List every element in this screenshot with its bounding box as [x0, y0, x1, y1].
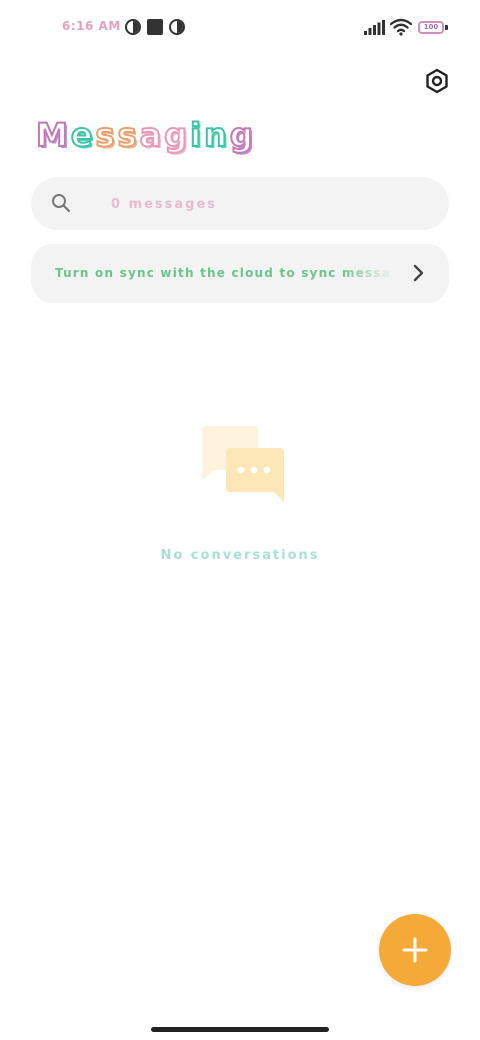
square-icon — [147, 19, 163, 35]
wifi-icon — [390, 18, 412, 36]
chat-bubbles-icon — [202, 426, 284, 502]
battery-icon: 100 — [418, 21, 444, 34]
chevron-right-icon[interactable] — [408, 263, 428, 283]
title-letter: s — [117, 115, 140, 155]
title-letter: e — [70, 115, 96, 155]
title-letter: g — [229, 115, 256, 155]
plus-icon — [402, 937, 428, 963]
status-bar: 6:16 AM 100 — [0, 0, 480, 56]
signal-icon — [364, 20, 385, 35]
gear-icon — [426, 68, 448, 94]
status-time: 6:16 AM — [62, 19, 121, 33]
cloud-sync-banner[interactable]: Turn on sync with the cloud to sync mess… — [31, 244, 449, 303]
messaging-screen: 6:16 AM 100 Messaging 0 messages Turn on… — [0, 0, 480, 1040]
battery-tip — [445, 25, 448, 30]
page-title: Messaging — [35, 115, 256, 155]
home-indicator[interactable] — [151, 1027, 329, 1032]
title-letter: s — [95, 115, 118, 155]
settings-button[interactable] — [420, 64, 454, 98]
title-letter: a — [139, 115, 165, 155]
title-letter: M — [35, 115, 71, 155]
search-input[interactable] — [111, 194, 411, 214]
search-bar[interactable] — [31, 177, 449, 230]
title-letter: n — [203, 115, 230, 155]
empty-state-text: No conversations — [160, 548, 320, 563]
notification-circle-icon — [169, 19, 185, 35]
cloud-sync-text: Turn on sync with the cloud to sync mess… — [55, 266, 393, 280]
title-letter: g — [163, 115, 191, 155]
title-letter: i — [189, 115, 205, 155]
new-conversation-button[interactable] — [379, 914, 451, 986]
search-icon — [52, 194, 71, 213]
notification-circle-icon — [125, 19, 141, 35]
